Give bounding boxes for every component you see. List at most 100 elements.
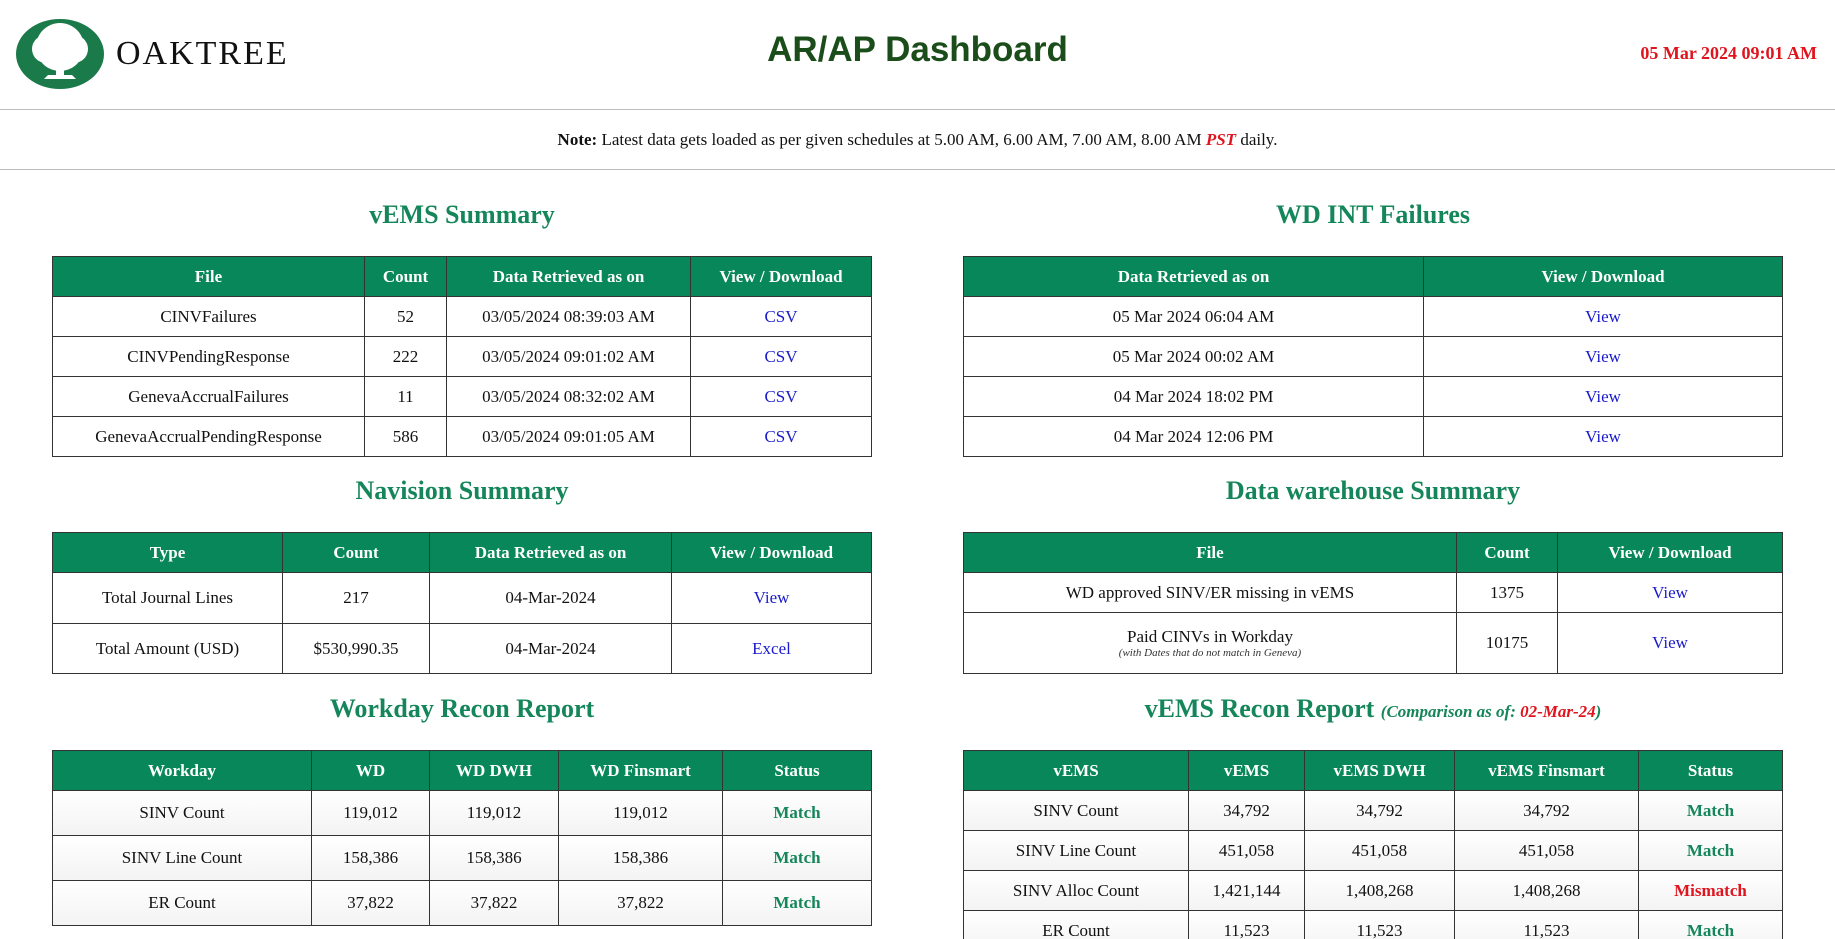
table-row: CINVFailures 52 03/05/2024 08:39:03 AM C… <box>52 296 872 337</box>
col-header: View / Download <box>671 532 872 573</box>
col-header: View / Download <box>1557 532 1783 573</box>
value-cell: 11,523 <box>1304 910 1455 939</box>
value-cell: 119,012 <box>429 790 559 836</box>
view-link[interactable]: View <box>1652 583 1688 602</box>
workday-recon-title: Workday Recon Report <box>329 694 595 723</box>
csv-link[interactable]: CSV <box>764 427 797 446</box>
table-row: SINV Count 119,012 119,012 119,012 Match <box>52 790 872 836</box>
col-header: File <box>52 256 365 297</box>
csv-link[interactable]: CSV <box>764 347 797 366</box>
count-cell: 10175 <box>1456 612 1558 674</box>
table-row: SINV Count 34,792 34,792 34,792 Match <box>963 790 1783 831</box>
view-link[interactable]: View <box>1652 633 1688 652</box>
count-cell: 586 <box>364 416 447 457</box>
date-cell: 05 Mar 2024 06:04 AM <box>963 296 1424 337</box>
value-cell: 1,408,268 <box>1454 870 1639 911</box>
table-row: 05 Mar 2024 00:02 AM View <box>963 336 1783 377</box>
view-cell: View <box>1423 376 1783 417</box>
col-header: Status <box>1638 750 1783 791</box>
col-header: View / Download <box>1423 256 1783 297</box>
table-row: Total Amount (USD) $530,990.35 04-Mar-20… <box>52 623 872 674</box>
table-row: Total Journal Lines 217 04-Mar-2024 View <box>52 572 872 624</box>
type-cell: Total Amount (USD) <box>52 623 283 674</box>
col-header: Data Retrieved as on <box>963 256 1424 297</box>
header: OAKTREE AR/AP Dashboard 05 Mar 2024 09:0… <box>0 0 1835 110</box>
view-link[interactable]: View <box>754 588 790 607</box>
status-cell: Match <box>1638 830 1783 871</box>
view-cell: View <box>1557 572 1783 613</box>
value-cell: 34,792 <box>1188 790 1305 831</box>
value-cell: 451,058 <box>1454 830 1639 871</box>
col-header: WD Finsmart <box>558 750 723 791</box>
table-row: ER Count 37,822 37,822 37,822 Match <box>52 880 872 926</box>
value-cell: 1,421,144 <box>1188 870 1305 911</box>
status-cell: Match <box>722 880 872 926</box>
date-cell: 04 Mar 2024 12:06 PM <box>963 416 1424 457</box>
table-row: SINV Line Count 158,386 158,386 158,386 … <box>52 835 872 881</box>
metric-cell: SINV Count <box>963 790 1189 831</box>
excel-link[interactable]: Excel <box>752 639 791 658</box>
view-link[interactable]: View <box>1585 427 1621 446</box>
view-cell: View <box>1557 612 1783 674</box>
note-text: Latest data gets loaded as per given sch… <box>597 130 1206 149</box>
metric-cell: ER Count <box>52 880 312 926</box>
csv-link[interactable]: CSV <box>764 307 797 326</box>
value-cell: 37,822 <box>429 880 559 926</box>
file-label: Paid CINVs in Workday <box>1127 627 1293 646</box>
metric-cell: SINV Count <box>52 790 312 836</box>
table-header-row: File Count Data Retrieved as on View / D… <box>52 256 872 297</box>
date-cell: 04-Mar-2024 <box>429 623 672 674</box>
table-row: 04 Mar 2024 18:02 PM View <box>963 376 1783 417</box>
value-cell: 34,792 <box>1304 790 1455 831</box>
view-link[interactable]: View <box>1585 347 1621 366</box>
date-cell: 04-Mar-2024 <box>429 572 672 624</box>
value-cell: 11,523 <box>1454 910 1639 939</box>
metric-cell: ER Count <box>963 910 1189 939</box>
dwh-summary-title: Data warehouse Summary <box>1225 476 1521 505</box>
count-cell: $530,990.35 <box>282 623 430 674</box>
note-timezone: PST <box>1205 130 1237 149</box>
schedule-note: Note: Latest data gets loaded as per giv… <box>0 110 1835 170</box>
view-link[interactable]: View <box>1585 307 1621 326</box>
wd-int-failures-title: WD INT Failures <box>1275 200 1471 229</box>
date-cell: 03/05/2024 09:01:05 AM <box>446 416 691 457</box>
table-row: GenevaAccrualPendingResponse 586 03/05/2… <box>52 416 872 457</box>
view-cell: Excel <box>671 623 872 674</box>
status-cell: Mismatch <box>1638 870 1783 911</box>
count-cell: 1375 <box>1456 572 1558 613</box>
download-cell: CSV <box>690 296 872 337</box>
count-cell: 217 <box>282 572 430 624</box>
table-row: WD approved SINV/ER missing in vEMS 1375… <box>963 572 1783 613</box>
status-cell: Match <box>1638 910 1783 939</box>
file-sublabel: (with Dates that do not match in Geneva) <box>1118 647 1302 659</box>
count-cell: 222 <box>364 336 447 377</box>
navision-summary-title: Navision Summary <box>355 476 569 505</box>
download-cell: CSV <box>690 416 872 457</box>
view-cell: View <box>1423 336 1783 377</box>
date-cell: 03/05/2024 08:32:02 AM <box>446 376 691 417</box>
workday-recon-table: Workday WD WD DWH WD Finsmart Status SIN… <box>52 750 872 926</box>
table-row: 05 Mar 2024 06:04 AM View <box>963 296 1783 337</box>
comparison-prefix: (Comparison as of: <box>1380 702 1521 721</box>
value-cell: 451,058 <box>1188 830 1305 871</box>
current-datetime: 05 Mar 2024 09:01 AM <box>1640 43 1817 63</box>
csv-link[interactable]: CSV <box>764 387 797 406</box>
value-cell: 158,386 <box>558 835 723 881</box>
value-cell: 37,822 <box>558 880 723 926</box>
type-cell: Total Journal Lines <box>52 572 283 624</box>
table-row: ER Count 11,523 11,523 11,523 Match <box>963 910 1783 939</box>
metric-cell: SINV Alloc Count <box>963 870 1189 911</box>
status-cell: Match <box>722 835 872 881</box>
status-cell: Match <box>722 790 872 836</box>
note-label: Note: <box>557 130 598 149</box>
note-tail: daily. <box>1236 130 1278 149</box>
value-cell: 158,386 <box>429 835 559 881</box>
view-link[interactable]: View <box>1585 387 1621 406</box>
vems-recon-heading: vEMS Recon Report <box>1144 694 1375 723</box>
vems-summary-table: File Count Data Retrieved as on View / D… <box>52 256 872 457</box>
value-cell: 119,012 <box>558 790 723 836</box>
date-cell: 05 Mar 2024 00:02 AM <box>963 336 1424 377</box>
col-header: vEMS Finsmart <box>1454 750 1639 791</box>
file-cell: CINVFailures <box>52 296 365 337</box>
col-header: Count <box>364 256 447 297</box>
